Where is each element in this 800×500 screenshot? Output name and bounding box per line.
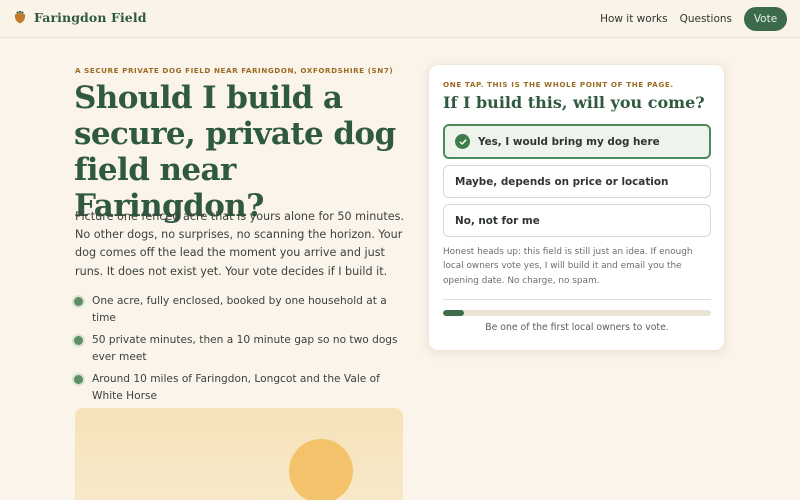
list-item: One acre, fully enclosed, booked by one … (74, 293, 409, 326)
feature-text: Around 10 miles of Faringdon, Longcot an… (92, 373, 380, 402)
nav-link-questions[interactable]: Questions (680, 13, 732, 25)
hero-eyebrow: A secure private dog field near Faringdo… (75, 66, 394, 75)
vote-card-eyebrow: One tap. This is the whole point of the … (443, 80, 674, 89)
hero-illustration (75, 408, 403, 500)
vote-option-label: Maybe, depends on price or location (455, 175, 669, 188)
vote-option-no[interactable]: No, not for me (443, 204, 711, 237)
page-title: Should I build a secure, private dog fie… (74, 80, 396, 224)
list-item: 50 private minutes, then a 10 minute gap… (74, 332, 409, 365)
check-icon (455, 134, 470, 149)
vote-option-label: Yes, I would bring my dog here (478, 135, 660, 148)
feature-list: One acre, fully enclosed, booked by one … (74, 293, 409, 410)
main-nav: How it works Questions Vote (600, 7, 787, 31)
top-navigation-bar: Faringdon Field How it works Questions V… (0, 0, 800, 38)
sun-icon (289, 439, 353, 500)
vote-disclaimer: Honest heads up: this field is still jus… (443, 247, 693, 286)
bullet-dot-icon (74, 336, 83, 345)
paw-shield-icon (15, 11, 25, 24)
vote-option-label: No, not for me (455, 214, 540, 227)
hero-description: Picture one fenced acre that is yours al… (75, 210, 405, 278)
vote-progress-bar (443, 310, 711, 316)
brand-logo-link[interactable]: Faringdon Field (14, 10, 147, 25)
nav-link-how-it-works[interactable]: How it works (600, 13, 668, 25)
vote-progress-caption: Be one of the first local owners to vote… (485, 322, 669, 333)
list-item: Around 10 miles of Faringdon, Longcot an… (74, 371, 409, 404)
bullet-dot-icon (74, 297, 83, 306)
bullet-dot-icon (74, 375, 83, 384)
vote-option-yes[interactable]: Yes, I would bring my dog here (443, 124, 711, 159)
feature-text: 50 private minutes, then a 10 minute gap… (92, 334, 398, 363)
vote-card: One tap. This is the whole point of the … (428, 64, 725, 351)
feature-text: One acre, fully enclosed, booked by one … (92, 295, 387, 324)
divider (443, 299, 711, 300)
nav-vote-button[interactable]: Vote (744, 7, 787, 31)
brand-name: Faringdon Field (34, 10, 147, 25)
vote-card-title: If I build this, will you come? (443, 93, 705, 112)
vote-option-maybe[interactable]: Maybe, depends on price or location (443, 165, 711, 198)
vote-progress-fill (443, 310, 465, 316)
